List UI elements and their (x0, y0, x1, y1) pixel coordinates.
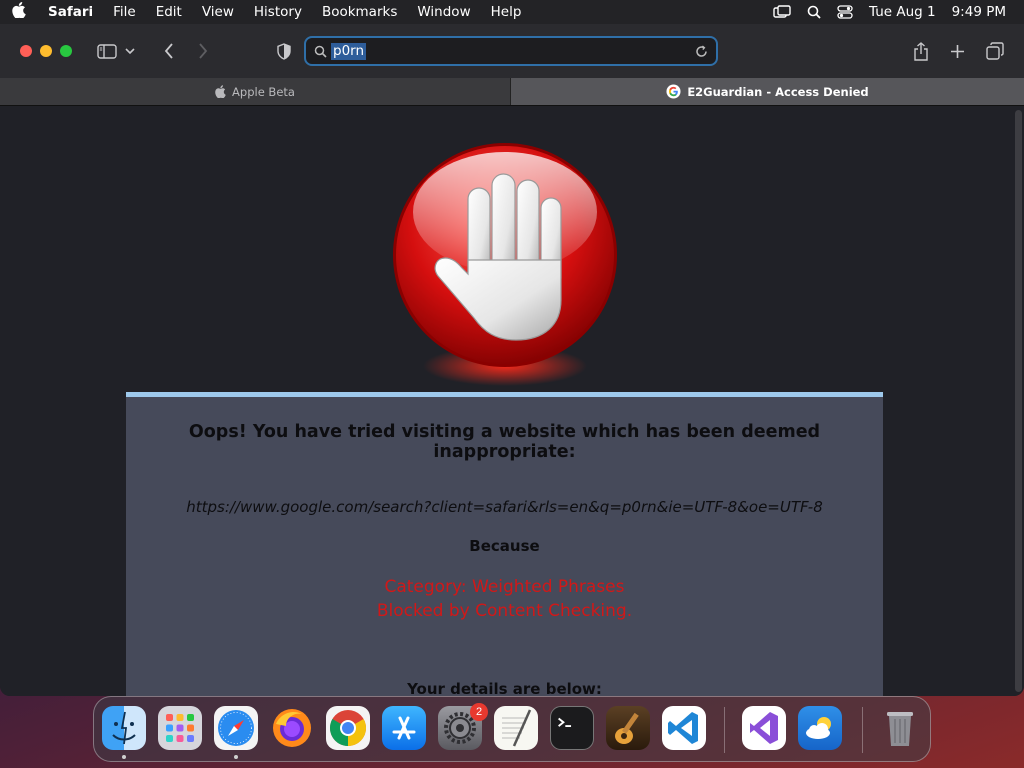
dock-weather-icon[interactable] (798, 706, 842, 750)
spotlight-search-icon[interactable] (807, 5, 821, 19)
because-label: Because (469, 537, 540, 555)
privacy-shield-icon[interactable] (271, 38, 297, 64)
zoom-window-button[interactable] (60, 45, 72, 57)
tab-e2guardian[interactable]: E2Guardian - Access Denied (511, 78, 1024, 105)
menu-bookmarks[interactable]: Bookmarks (312, 4, 407, 20)
google-icon (666, 84, 681, 99)
safari-toolbar: p0rn (0, 24, 1024, 79)
menu-help[interactable]: Help (481, 4, 532, 20)
dock-textedit-icon[interactable] (494, 706, 538, 750)
block-headline: Oops! You have tried visiting a website … (188, 422, 821, 462)
tab-label: Apple Beta (232, 84, 295, 99)
scrollbar[interactable] (1015, 110, 1022, 692)
dock-system-settings-icon[interactable]: 2 (438, 703, 488, 750)
menu-view[interactable]: View (192, 4, 244, 20)
safari-window: p0rn Apple Beta E2Guardian - Access Deni… (0, 24, 1024, 696)
dock-garageband-icon[interactable] (606, 706, 650, 750)
settings-notification-badge: 2 (470, 703, 488, 721)
control-center-icon[interactable] (837, 5, 853, 19)
dock-app-store-icon[interactable] (382, 706, 426, 750)
block-reason: Category: Weighted Phrases Blocked by Co… (126, 575, 883, 623)
apple-icon (215, 85, 226, 98)
dock: 2 (93, 696, 931, 762)
dock-finder-icon[interactable] (102, 706, 146, 750)
chevron-down-icon[interactable] (122, 38, 138, 64)
menu-edit[interactable]: Edit (146, 4, 192, 20)
sidebar-toggle-icon[interactable] (94, 38, 120, 64)
safari-running-indicator (234, 755, 238, 759)
tab-apple-beta[interactable]: Apple Beta (0, 78, 511, 105)
menu-app-name[interactable]: Safari (38, 4, 103, 20)
tab-bar: Apple Beta E2Guardian - Access Denied (0, 78, 1024, 106)
menubar-time[interactable]: 9:49 PM (952, 4, 1006, 20)
dock-vscode-icon[interactable] (662, 706, 706, 750)
details-heading: Your details are below: (407, 680, 602, 696)
blocked-url: https://www.google.com/search?client=saf… (186, 498, 823, 516)
tab-label: E2Guardian - Access Denied (687, 84, 869, 99)
stop-hand-icon (388, 140, 622, 390)
menu-window[interactable]: Window (407, 4, 480, 20)
dock-chrome-icon[interactable] (326, 706, 370, 750)
close-window-button[interactable] (20, 45, 32, 57)
menubar-date[interactable]: Tue Aug 1 (869, 4, 936, 20)
address-bar[interactable]: p0rn (304, 36, 718, 66)
search-icon (314, 45, 327, 58)
finder-running-indicator (122, 755, 126, 759)
dock-separator (724, 707, 725, 753)
back-button-icon[interactable] (156, 38, 182, 64)
menu-file[interactable]: File (103, 4, 146, 20)
block-category: Category: Weighted Phrases (384, 577, 625, 597)
menu-bar: Safari File Edit View History Bookmarks … (0, 0, 1024, 24)
block-method: Blocked by Content Checking. (376, 601, 633, 621)
minimize-window-button[interactable] (40, 45, 52, 57)
dock-separator (862, 707, 863, 753)
tab-overview-icon[interactable] (982, 38, 1008, 64)
apple-menu-icon[interactable] (0, 2, 38, 22)
forward-button-icon[interactable] (190, 38, 216, 64)
dock-safari-icon[interactable] (214, 706, 258, 750)
dock-terminal-icon[interactable] (550, 706, 594, 750)
share-icon[interactable] (908, 38, 934, 64)
screen-mirroring-icon[interactable] (773, 5, 791, 19)
block-message-panel: Oops! You have tried visiting a website … (126, 392, 883, 696)
address-bar-query[interactable]: p0rn (331, 42, 367, 60)
dock-trash-icon[interactable] (878, 706, 922, 750)
reload-icon[interactable] (695, 44, 708, 58)
page-content: Oops! You have tried visiting a website … (0, 106, 1024, 696)
menu-history[interactable]: History (244, 4, 312, 20)
new-tab-icon[interactable] (944, 38, 970, 64)
dock-visual-studio-icon[interactable] (742, 706, 786, 750)
dock-launchpad-icon[interactable] (158, 706, 202, 750)
dock-firefox-icon[interactable] (270, 706, 314, 750)
